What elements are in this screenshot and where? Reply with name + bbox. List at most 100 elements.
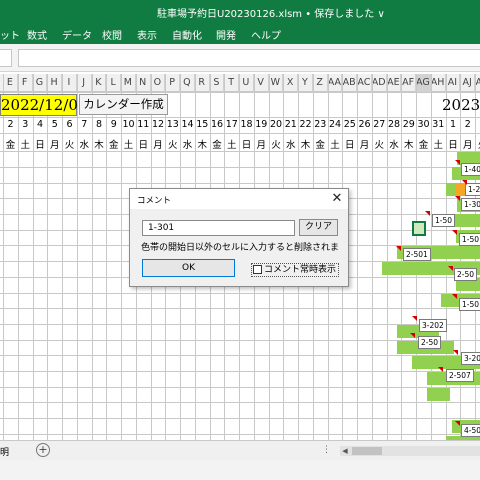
comment-note[interactable]: 1-40 <box>461 163 480 176</box>
day-number[interactable]: 18 <box>240 119 254 130</box>
ok-button[interactable]: OK <box>142 259 235 277</box>
comment-note[interactable]: 3-201 <box>461 352 480 365</box>
day-number[interactable]: 29 <box>402 119 416 130</box>
day-number[interactable]: 21 <box>284 119 298 130</box>
column-header[interactable]: J <box>77 74 92 92</box>
weekday[interactable]: 木 <box>402 137 416 151</box>
comment-note[interactable]: 2-50 <box>454 268 478 281</box>
day-number[interactable]: 3 <box>18 119 32 130</box>
day-number[interactable]: 5 <box>48 119 62 130</box>
comment-input[interactable]: 1-301 <box>142 220 295 236</box>
day-number[interactable]: 2 <box>461 119 475 130</box>
day-number[interactable]: 22 <box>299 119 313 130</box>
name-box[interactable] <box>0 49 12 67</box>
column-header[interactable]: W <box>269 74 284 92</box>
day-number[interactable]: 2 <box>4 119 18 130</box>
formula-input[interactable] <box>18 49 480 67</box>
tab-data[interactable]: データ <box>62 27 92 42</box>
comment-note[interactable]: 2-507 <box>446 369 474 382</box>
tab-automate[interactable]: 自動化 <box>172 27 202 42</box>
weekday[interactable]: 月 <box>151 137 165 151</box>
column-header[interactable]: O <box>151 74 166 92</box>
day-number[interactable]: 30 <box>417 119 431 130</box>
tab-review[interactable]: 校閲 <box>102 27 122 42</box>
day-number[interactable]: 31 <box>431 119 445 130</box>
add-sheet-icon[interactable]: + <box>36 443 50 457</box>
column-header[interactable]: M <box>121 74 136 92</box>
weekday[interactable]: 日 <box>343 137 357 151</box>
start-date-cell[interactable]: 2022/12/01 <box>0 94 87 116</box>
column-header[interactable]: Q <box>180 74 195 92</box>
weekday[interactable]: 水 <box>77 137 91 151</box>
day-number[interactable]: 6 <box>63 119 77 130</box>
day-number[interactable]: 17 <box>225 119 239 130</box>
weekday[interactable]: 日 <box>240 137 254 151</box>
column-header[interactable]: N <box>136 74 151 92</box>
weekday[interactable]: 水 <box>284 137 298 151</box>
weekday[interactable]: 木 <box>195 137 209 151</box>
weekday[interactable]: 火 <box>166 137 180 151</box>
weekday[interactable]: 木 <box>299 137 313 151</box>
day-number[interactable]: 23 <box>313 119 327 130</box>
column-header[interactable]: Y <box>298 74 313 92</box>
weekday[interactable]: 金 <box>313 137 327 151</box>
weekday[interactable]: 火 <box>269 137 283 151</box>
day-number[interactable]: 26 <box>358 119 372 130</box>
day-number[interactable]: 11 <box>136 119 150 130</box>
scroll-thumb[interactable] <box>352 447 382 455</box>
weekday[interactable]: 日 <box>446 137 460 151</box>
day-number[interactable]: 4 <box>33 119 47 130</box>
day-number[interactable]: 27 <box>372 119 386 130</box>
day-number[interactable]: 8 <box>92 119 106 130</box>
column-header[interactable]: G <box>33 74 48 92</box>
weekday[interactable]: 火 <box>476 137 480 151</box>
weekday[interactable]: 火 <box>63 137 77 151</box>
weekday[interactable]: 金 <box>4 137 18 151</box>
weekday[interactable]: 木 <box>92 137 106 151</box>
column-header[interactable]: V <box>254 74 269 92</box>
weekday[interactable]: 金 <box>417 137 431 151</box>
weekday[interactable]: 金 <box>107 137 121 151</box>
column-header[interactable]: K <box>92 74 107 92</box>
day-number[interactable]: 12 <box>151 119 165 130</box>
comment-note[interactable]: 1-20 <box>465 183 480 196</box>
day-number[interactable]: 28 <box>387 119 401 130</box>
selected-cell[interactable] <box>412 221 426 236</box>
comment-note[interactable]: 3-202 <box>419 319 447 332</box>
day-number[interactable]: 1 <box>446 119 460 130</box>
tab-view[interactable]: 表示 <box>137 27 157 42</box>
create-calendar-button[interactable]: カレンダー作成 <box>79 94 168 115</box>
weekday[interactable]: 金 <box>210 137 224 151</box>
column-header[interactable]: AF <box>401 74 416 92</box>
tab-help[interactable]: ヘルプ <box>251 27 281 42</box>
tab-insert-partial[interactable]: ット <box>0 27 20 42</box>
day-number[interactable]: 14 <box>181 119 195 130</box>
column-header[interactable]: P <box>165 74 180 92</box>
column-header[interactable]: AJ <box>460 74 475 92</box>
column-header[interactable]: AA <box>328 74 343 92</box>
column-header[interactable]: R <box>195 74 210 92</box>
weekday[interactable]: 月 <box>48 137 62 151</box>
column-header[interactable]: T <box>224 74 239 92</box>
day-number[interactable]: 20 <box>269 119 283 130</box>
column-header[interactable]: E <box>3 74 18 92</box>
column-header[interactable]: U <box>239 74 254 92</box>
day-number[interactable]: 7 <box>77 119 91 130</box>
horizontal-scrollbar[interactable]: ◀ <box>340 446 480 456</box>
column-header[interactable]: H <box>47 74 62 92</box>
day-number[interactable]: 24 <box>328 119 342 130</box>
scroll-left-icon[interactable]: ◀ <box>340 446 350 456</box>
clear-button[interactable]: クリア <box>299 219 338 236</box>
comment-note[interactable]: 1-50 <box>432 214 456 227</box>
weekday[interactable]: 土 <box>18 137 32 151</box>
weekday[interactable]: 月 <box>254 137 268 151</box>
column-header[interactable]: AC <box>357 74 372 92</box>
weekday[interactable]: 土 <box>328 137 342 151</box>
weekday[interactable]: 土 <box>431 137 445 151</box>
column-header[interactable]: AE <box>387 74 402 92</box>
day-number[interactable]: 3 <box>476 119 480 130</box>
column-header[interactable]: L <box>106 74 121 92</box>
day-number[interactable]: 15 <box>195 119 209 130</box>
comment-note[interactable]: 1-301 <box>461 198 480 211</box>
weekday[interactable]: 日 <box>136 137 150 151</box>
